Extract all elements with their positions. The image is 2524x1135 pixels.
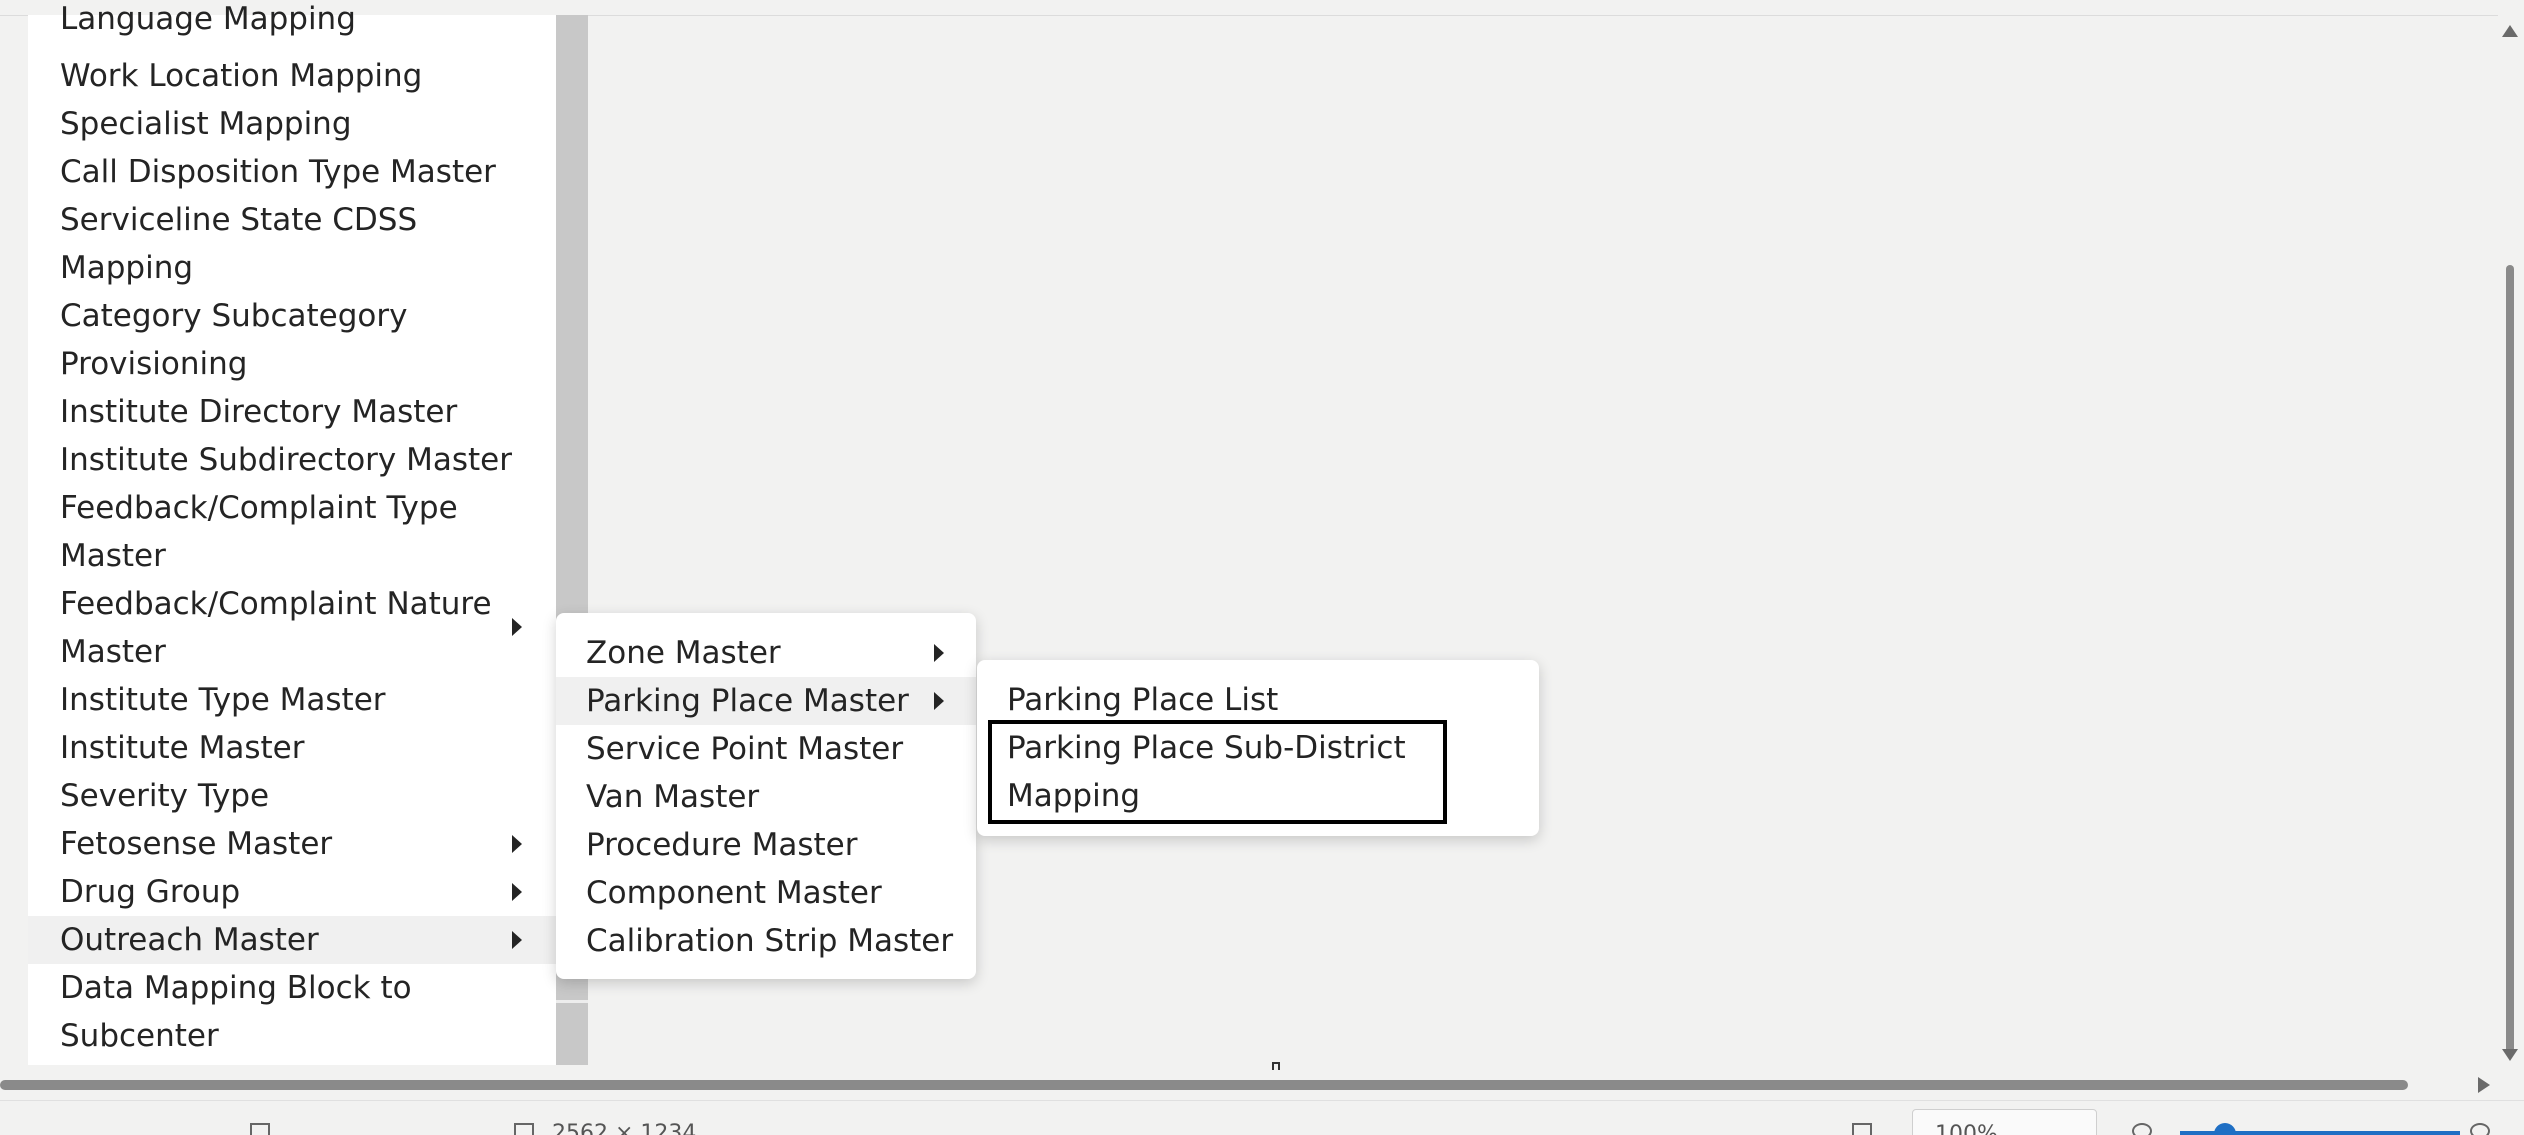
menu-scrollbar-divider <box>556 1000 588 1003</box>
focus-outline <box>988 720 1447 824</box>
page-vertical-scrollbar[interactable] <box>2498 15 2524 1070</box>
select-icon <box>250 1123 270 1135</box>
scroll-down-arrow-icon[interactable] <box>2502 1049 2518 1061</box>
submenu-item-zone-master[interactable]: Zone Master <box>556 629 976 677</box>
zoom-out-icon[interactable] <box>2132 1123 2152 1135</box>
submenu-item-van-master[interactable]: Van Master <box>556 773 976 821</box>
chevron-right-icon <box>512 883 522 901</box>
menu-item-feedback-complaint-type-master[interactable]: Feedback/Complaint Type Master <box>28 484 556 580</box>
submenu-item-calibration-strip-master[interactable]: Calibration Strip Master <box>556 917 976 965</box>
horizontal-scroll-thumb[interactable] <box>0 1080 2408 1090</box>
submenu-item-parking-place-list[interactable]: Parking Place List <box>977 676 1539 724</box>
menu-item-outreach-master[interactable]: Outreach Master <box>28 916 556 964</box>
image-dimensions: 2562 × 1234 <box>552 1121 697 1135</box>
chevron-right-icon <box>934 692 944 710</box>
menu-item-category-subcategory-provisioning[interactable]: Category Subcategory Provisioning <box>28 292 556 388</box>
zoom-level: 100% <box>1935 1122 1998 1135</box>
menu-item-institute-directory-master[interactable]: Institute Directory Master <box>28 388 556 436</box>
page-horizontal-scrollbar[interactable] <box>0 1070 2524 1100</box>
menu-item-specialist-mapping[interactable]: Specialist Mapping <box>28 100 556 148</box>
submenu-item-procedure-master[interactable]: Procedure Master <box>556 821 976 869</box>
menu-item-institute-master[interactable]: Institute Master <box>28 724 556 772</box>
menu-item-severity-type[interactable]: Severity Type <box>28 772 556 820</box>
menu-item-work-location-mapping[interactable]: Work Location Mapping <box>28 52 556 100</box>
menu-item-institute-subdirectory-master[interactable]: Institute Subdirectory Master <box>28 436 556 484</box>
menu-item-call-disposition-type-master[interactable]: Call Disposition Type Master <box>28 148 556 196</box>
zoom-select[interactable]: 100% <box>1912 1109 2097 1135</box>
chevron-right-icon <box>934 644 944 662</box>
menu-item-feedback-complaint-nature-master[interactable]: Feedback/Complaint Nature Master <box>28 580 556 676</box>
vertical-scroll-thumb[interactable] <box>2506 265 2514 1055</box>
outreach-submenu: Zone Master Parking Place Master Service… <box>556 613 976 979</box>
status-bar: 2562 × 1234 100% <box>0 1100 2524 1135</box>
menu-item-serviceline-state-cdss-mapping[interactable]: Serviceline State CDSS Mapping <box>28 196 556 292</box>
main-menu: Language Mapping Work Location Mapping S… <box>28 1 556 1065</box>
chevron-right-icon <box>512 618 522 636</box>
scroll-right-arrow-icon[interactable] <box>2478 1077 2490 1093</box>
zoom-in-icon[interactable] <box>2470 1123 2490 1135</box>
menu-item-drug-group[interactable]: Drug Group <box>28 868 556 916</box>
chevron-right-icon <box>512 835 522 853</box>
submenu-item-service-point-master[interactable]: Service Point Master <box>556 725 976 773</box>
fit-screen-icon[interactable] <box>1852 1123 1872 1135</box>
resize-handle-icon[interactable] <box>1272 1062 1280 1070</box>
parking-place-submenu: Parking Place List Parking Place Sub-Dis… <box>977 660 1539 836</box>
submenu-item-component-master[interactable]: Component Master <box>556 869 976 917</box>
crop-icon <box>514 1123 534 1135</box>
chevron-right-icon <box>512 931 522 949</box>
menu-item-fetosense-master[interactable]: Fetosense Master <box>28 820 556 868</box>
zoom-slider-knob[interactable] <box>2214 1123 2236 1135</box>
menu-item-data-mapping-block-to-subcenter[interactable]: Data Mapping Block to Subcenter <box>28 964 556 1060</box>
menu-item-institute-type-master[interactable]: Institute Type Master <box>28 676 556 724</box>
scroll-up-arrow-icon[interactable] <box>2502 25 2518 37</box>
submenu-item-parking-place-master[interactable]: Parking Place Master <box>556 677 976 725</box>
